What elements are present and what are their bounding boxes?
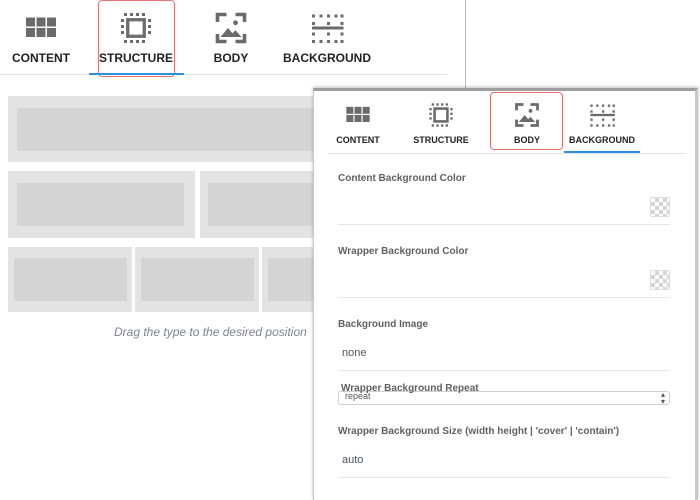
tab-content[interactable]: CONTENT — [6, 0, 76, 75]
tab-label: BACKGROUND — [283, 51, 371, 65]
column-placeholder — [14, 258, 127, 301]
tab-content[interactable]: CONTENT — [328, 91, 388, 154]
wrapper-bg-color-field: Wrapper Background Color — [338, 246, 670, 298]
color-picker-swatch[interactable] — [650, 270, 670, 290]
column-placeholder — [141, 258, 254, 301]
editor-tabs: CONTENT STRUCTURE BODY BACKGROUND — [328, 91, 686, 154]
field-label: Wrapper Background Size (width height | … — [338, 426, 620, 437]
image-icon — [213, 10, 249, 46]
wrapper-bg-size-field[interactable]: Wrapper Background Size (width height | … — [338, 426, 670, 478]
column-placeholder — [17, 108, 313, 151]
wrapper-bg-size-input[interactable]: auto — [342, 454, 363, 466]
structure-icon — [427, 101, 455, 129]
grid-icon — [23, 10, 59, 46]
field-divider — [338, 477, 670, 478]
tab-label: CONTENT — [12, 51, 70, 65]
field-divider — [338, 370, 670, 371]
field-label: Wrapper Background Color — [338, 246, 469, 257]
tab-background[interactable]: BACKGROUND — [282, 0, 372, 75]
drag-hint: Drag the type to the desired position — [114, 325, 307, 339]
tab-label: STRUCTURE — [413, 135, 469, 145]
column-placeholder — [208, 183, 313, 226]
field-divider — [338, 224, 670, 225]
field-label: Content Background Color — [338, 173, 466, 184]
grid-icon — [344, 101, 372, 129]
color-picker-swatch[interactable] — [650, 197, 670, 217]
layout-three-columns[interactable] — [8, 247, 132, 312]
tab-body[interactable]: BODY — [206, 0, 256, 75]
background-settings-panel: CONTENT STRUCTURE BODY BACKGROUND Conten… — [313, 88, 698, 500]
layout-two-columns[interactable] — [8, 171, 195, 238]
active-tab-indicator — [89, 73, 184, 75]
tab-structure[interactable]: STRUCTURE — [411, 91, 471, 154]
layout-three-columns-middle[interactable] — [135, 247, 259, 312]
field-label: Background Image — [338, 319, 429, 330]
field-divider — [338, 297, 670, 298]
content-bg-color-field: Content Background Color — [338, 173, 670, 225]
layout-one-column[interactable] — [8, 96, 313, 162]
tab-label: BODY — [213, 51, 249, 65]
field-label: Wrapper Background Repeat — [341, 383, 479, 394]
tab-highlight-outline — [490, 92, 563, 150]
tab-highlight-outline — [98, 0, 175, 77]
select-arrows-icon: ▴ ▾ — [660, 390, 665, 406]
tab-label: BACKGROUND — [569, 135, 635, 145]
column-placeholder — [17, 183, 184, 226]
active-tab-indicator — [564, 151, 640, 153]
background-icon — [309, 10, 345, 46]
background-image-field[interactable]: Background Image none — [338, 319, 670, 371]
column-placeholder — [268, 258, 313, 301]
background-icon — [588, 101, 616, 129]
tab-label: CONTENT — [336, 135, 380, 145]
wrapper-bg-repeat-field: repeat ▴ ▾ Wrapper Background Repeat — [338, 383, 670, 411]
layout-three-columns-right[interactable] — [262, 247, 313, 312]
editor-tabs: CONTENT STRUCTURE BODY BACKGROUND — [0, 0, 447, 77]
layout-two-columns-right[interactable] — [200, 171, 313, 238]
tab-background[interactable]: BACKGROUND — [566, 91, 638, 154]
background-image-input[interactable]: none — [342, 347, 366, 359]
